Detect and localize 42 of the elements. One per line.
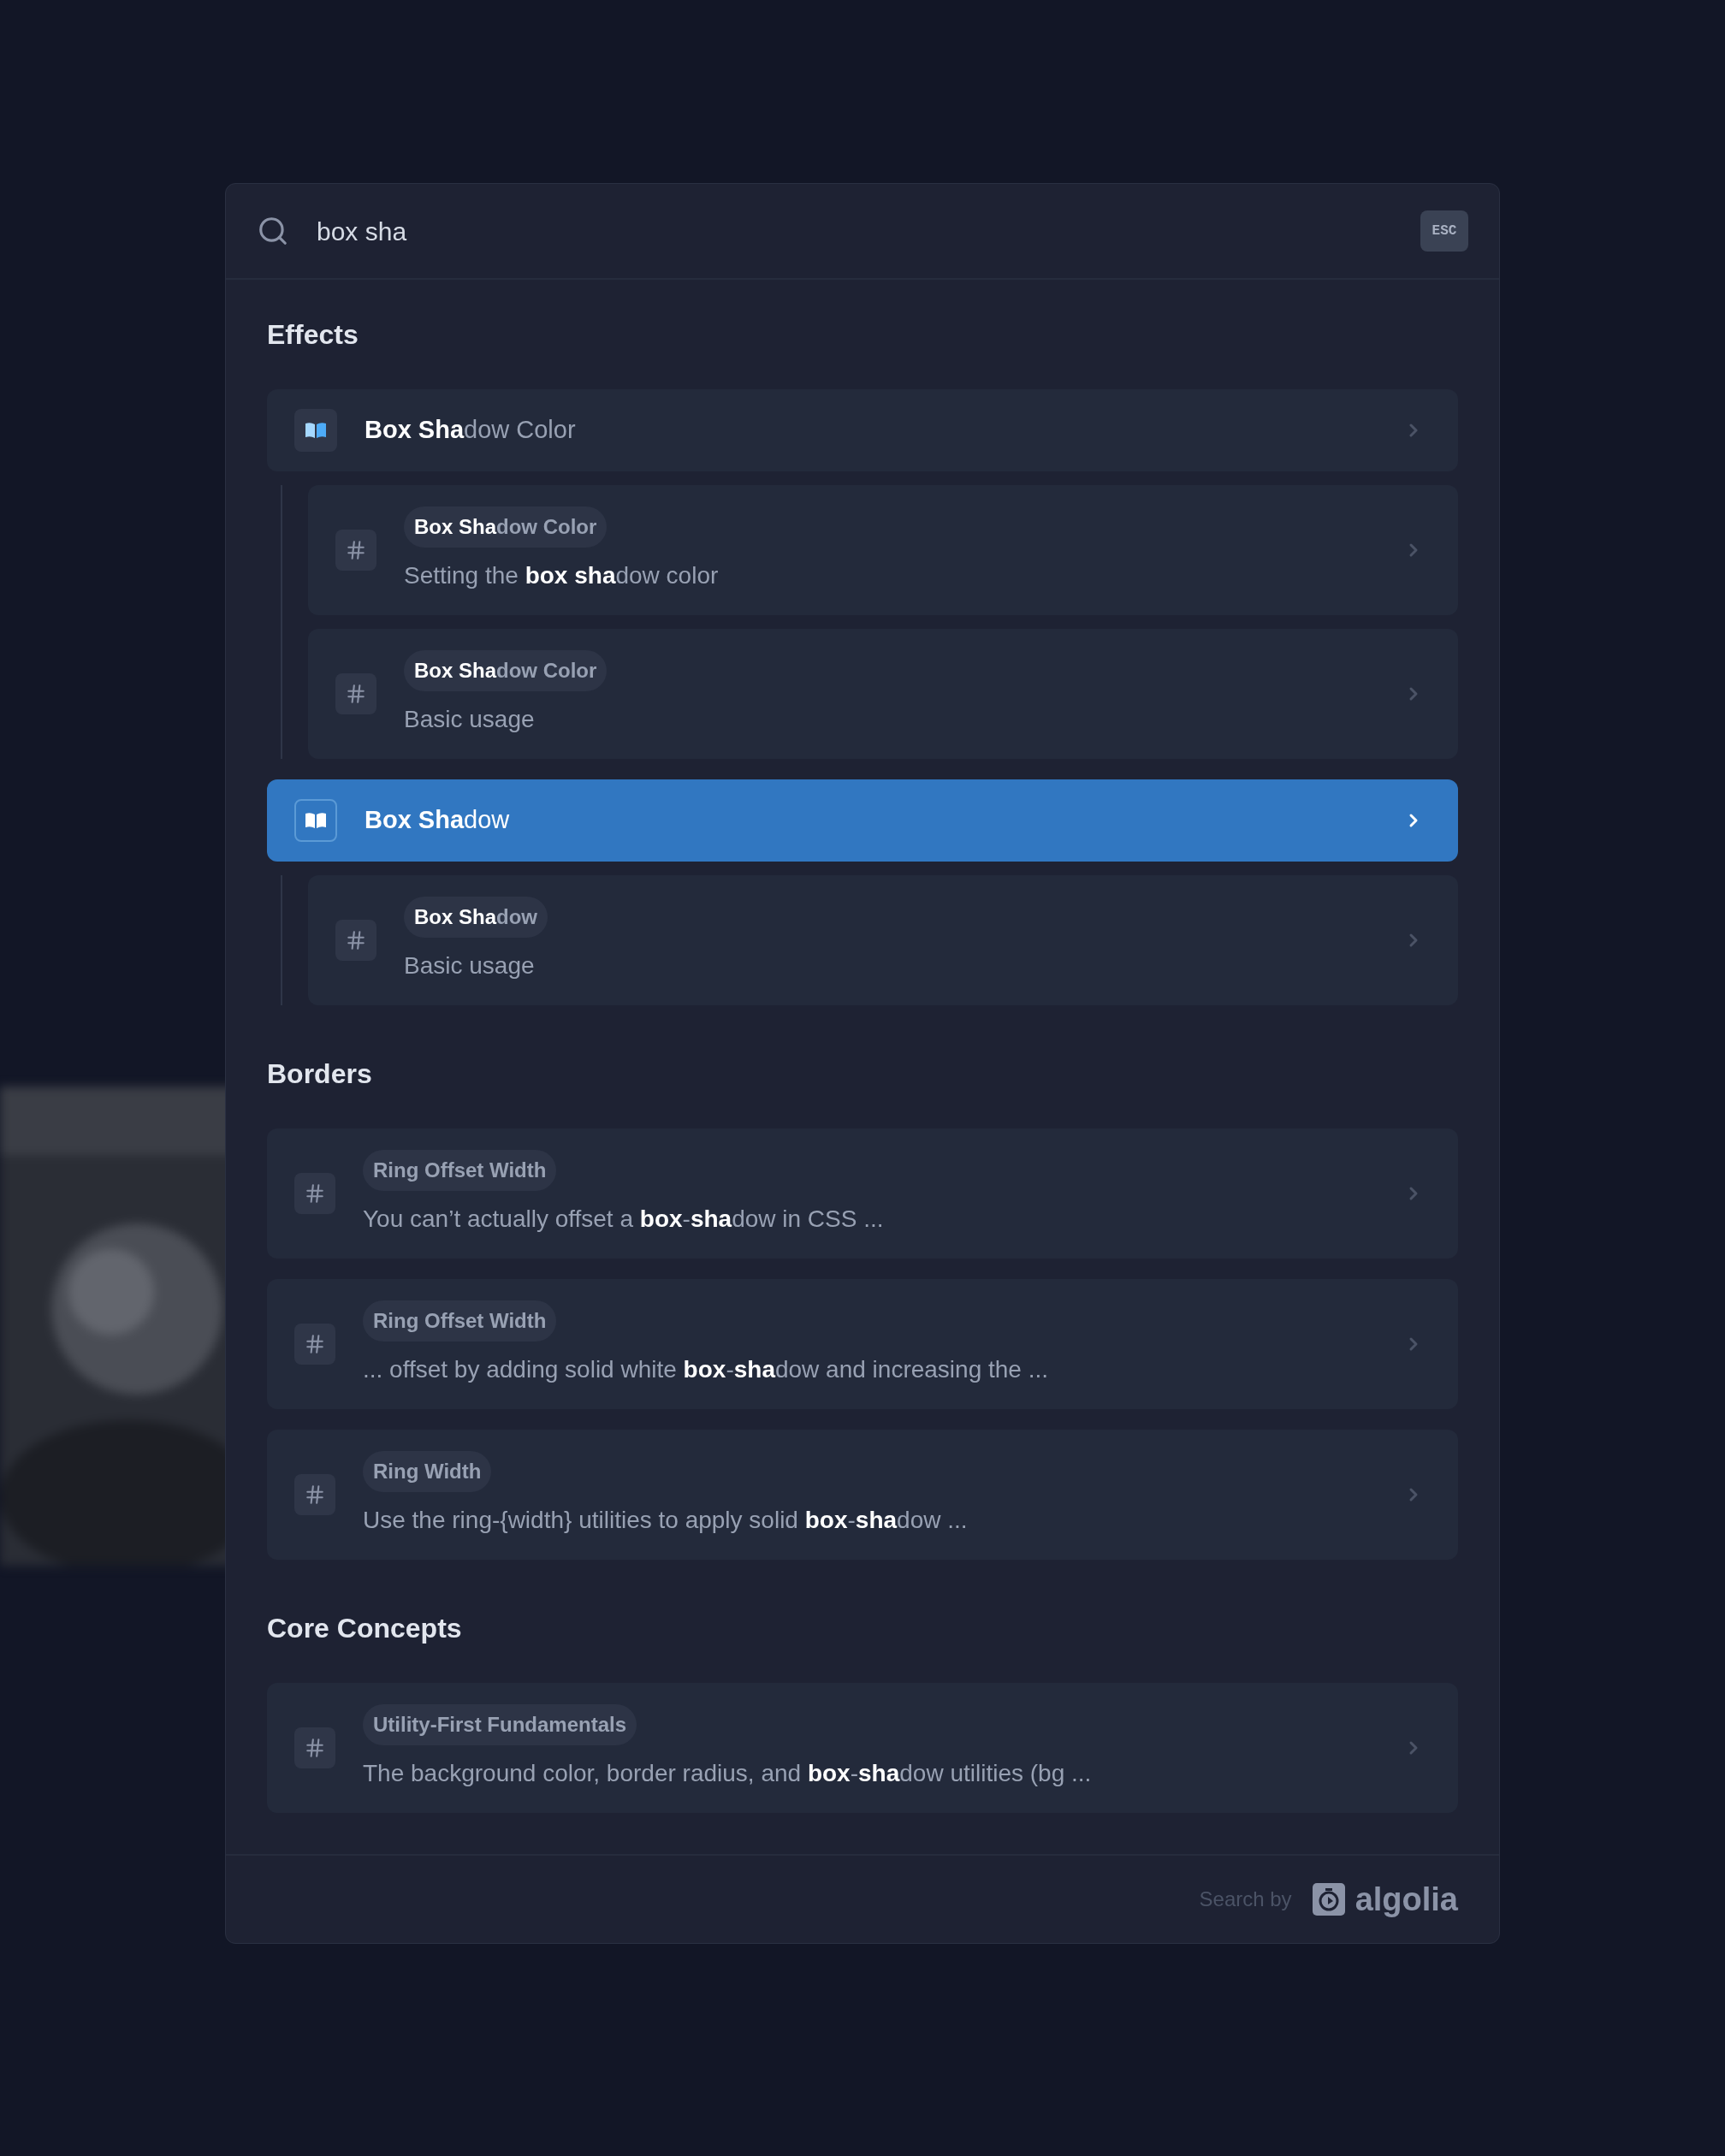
result-snippet: The background color, border radius, and box-shadow utilities (bg ... [363, 1759, 1092, 1788]
hash-icon [304, 1737, 326, 1759]
hash-icon [345, 929, 367, 951]
search-icon [257, 215, 289, 247]
hash-icon [345, 683, 367, 705]
search-result[interactable]: Ring Offset Width ... offset by adding solid white box-shadow and increasing the ... [267, 1279, 1458, 1409]
search-result[interactable]: Box Shadow Color Setting the box shadow color [308, 485, 1458, 615]
algolia-logo-text: algolia [1355, 1883, 1458, 1916]
hash-icon [345, 539, 367, 561]
result-snippet: Basic usage [404, 951, 535, 980]
section-pill: Box Shadow Color [404, 506, 608, 548]
search-result[interactable]: Box Shadow [267, 779, 1458, 862]
result-snippet: Basic usage [404, 705, 535, 734]
result-snippet: Setting the box shadow color [404, 561, 719, 590]
hash-icon [304, 1484, 326, 1506]
search-result[interactable]: Ring Offset Width You can’t actually offset a box-shadow in CSS ... [267, 1128, 1458, 1259]
hash-icon [304, 1333, 326, 1355]
result-title: Box Shadow Color [365, 415, 577, 446]
esc-key[interactable]: ESC [1420, 210, 1468, 252]
section-pill: Ring Offset Width [363, 1150, 557, 1191]
result-snippet: You can’t actually offset a box-shadow in CSS ... [363, 1205, 884, 1234]
search-result[interactable]: Box Shadow Basic usage [308, 875, 1458, 1005]
search-field[interactable]: box sha [317, 211, 1393, 251]
result-snippet: ... offset by adding solid white box-shadow and increasing the ... [363, 1355, 1049, 1384]
result-title: Box Shadow [365, 805, 511, 836]
search-result[interactable]: Box Shadow Color [267, 389, 1458, 471]
section-pill: Utility-First Fundamentals [363, 1704, 637, 1745]
group-title: Borders [267, 1057, 373, 1091]
book-icon [305, 812, 327, 829]
section-pill: Box Shadow [404, 897, 548, 938]
search-result[interactable]: Utility-First Fundamentals The background color, border radius, and box-shadow utilities (bg ... [267, 1683, 1458, 1813]
group-title: Effects [267, 318, 359, 352]
search-result[interactable]: Ring Width Use the ring-{width} utilities to apply solid box-shadow ... [267, 1430, 1458, 1560]
section-pill: Ring Offset Width [363, 1300, 557, 1342]
search-result[interactable]: Box Shadow Color Basic usage [308, 629, 1458, 759]
section-pill: Ring Width [363, 1451, 492, 1492]
group-title: Core Concepts [267, 1612, 463, 1645]
result-snippet: Use the ring-{width} utilities to apply solid box-shadow ... [363, 1506, 968, 1535]
stopwatch-icon [1312, 1883, 1345, 1916]
hash-icon [304, 1182, 326, 1205]
section-pill: Box Shadow Color [404, 650, 608, 691]
book-icon [305, 422, 327, 439]
